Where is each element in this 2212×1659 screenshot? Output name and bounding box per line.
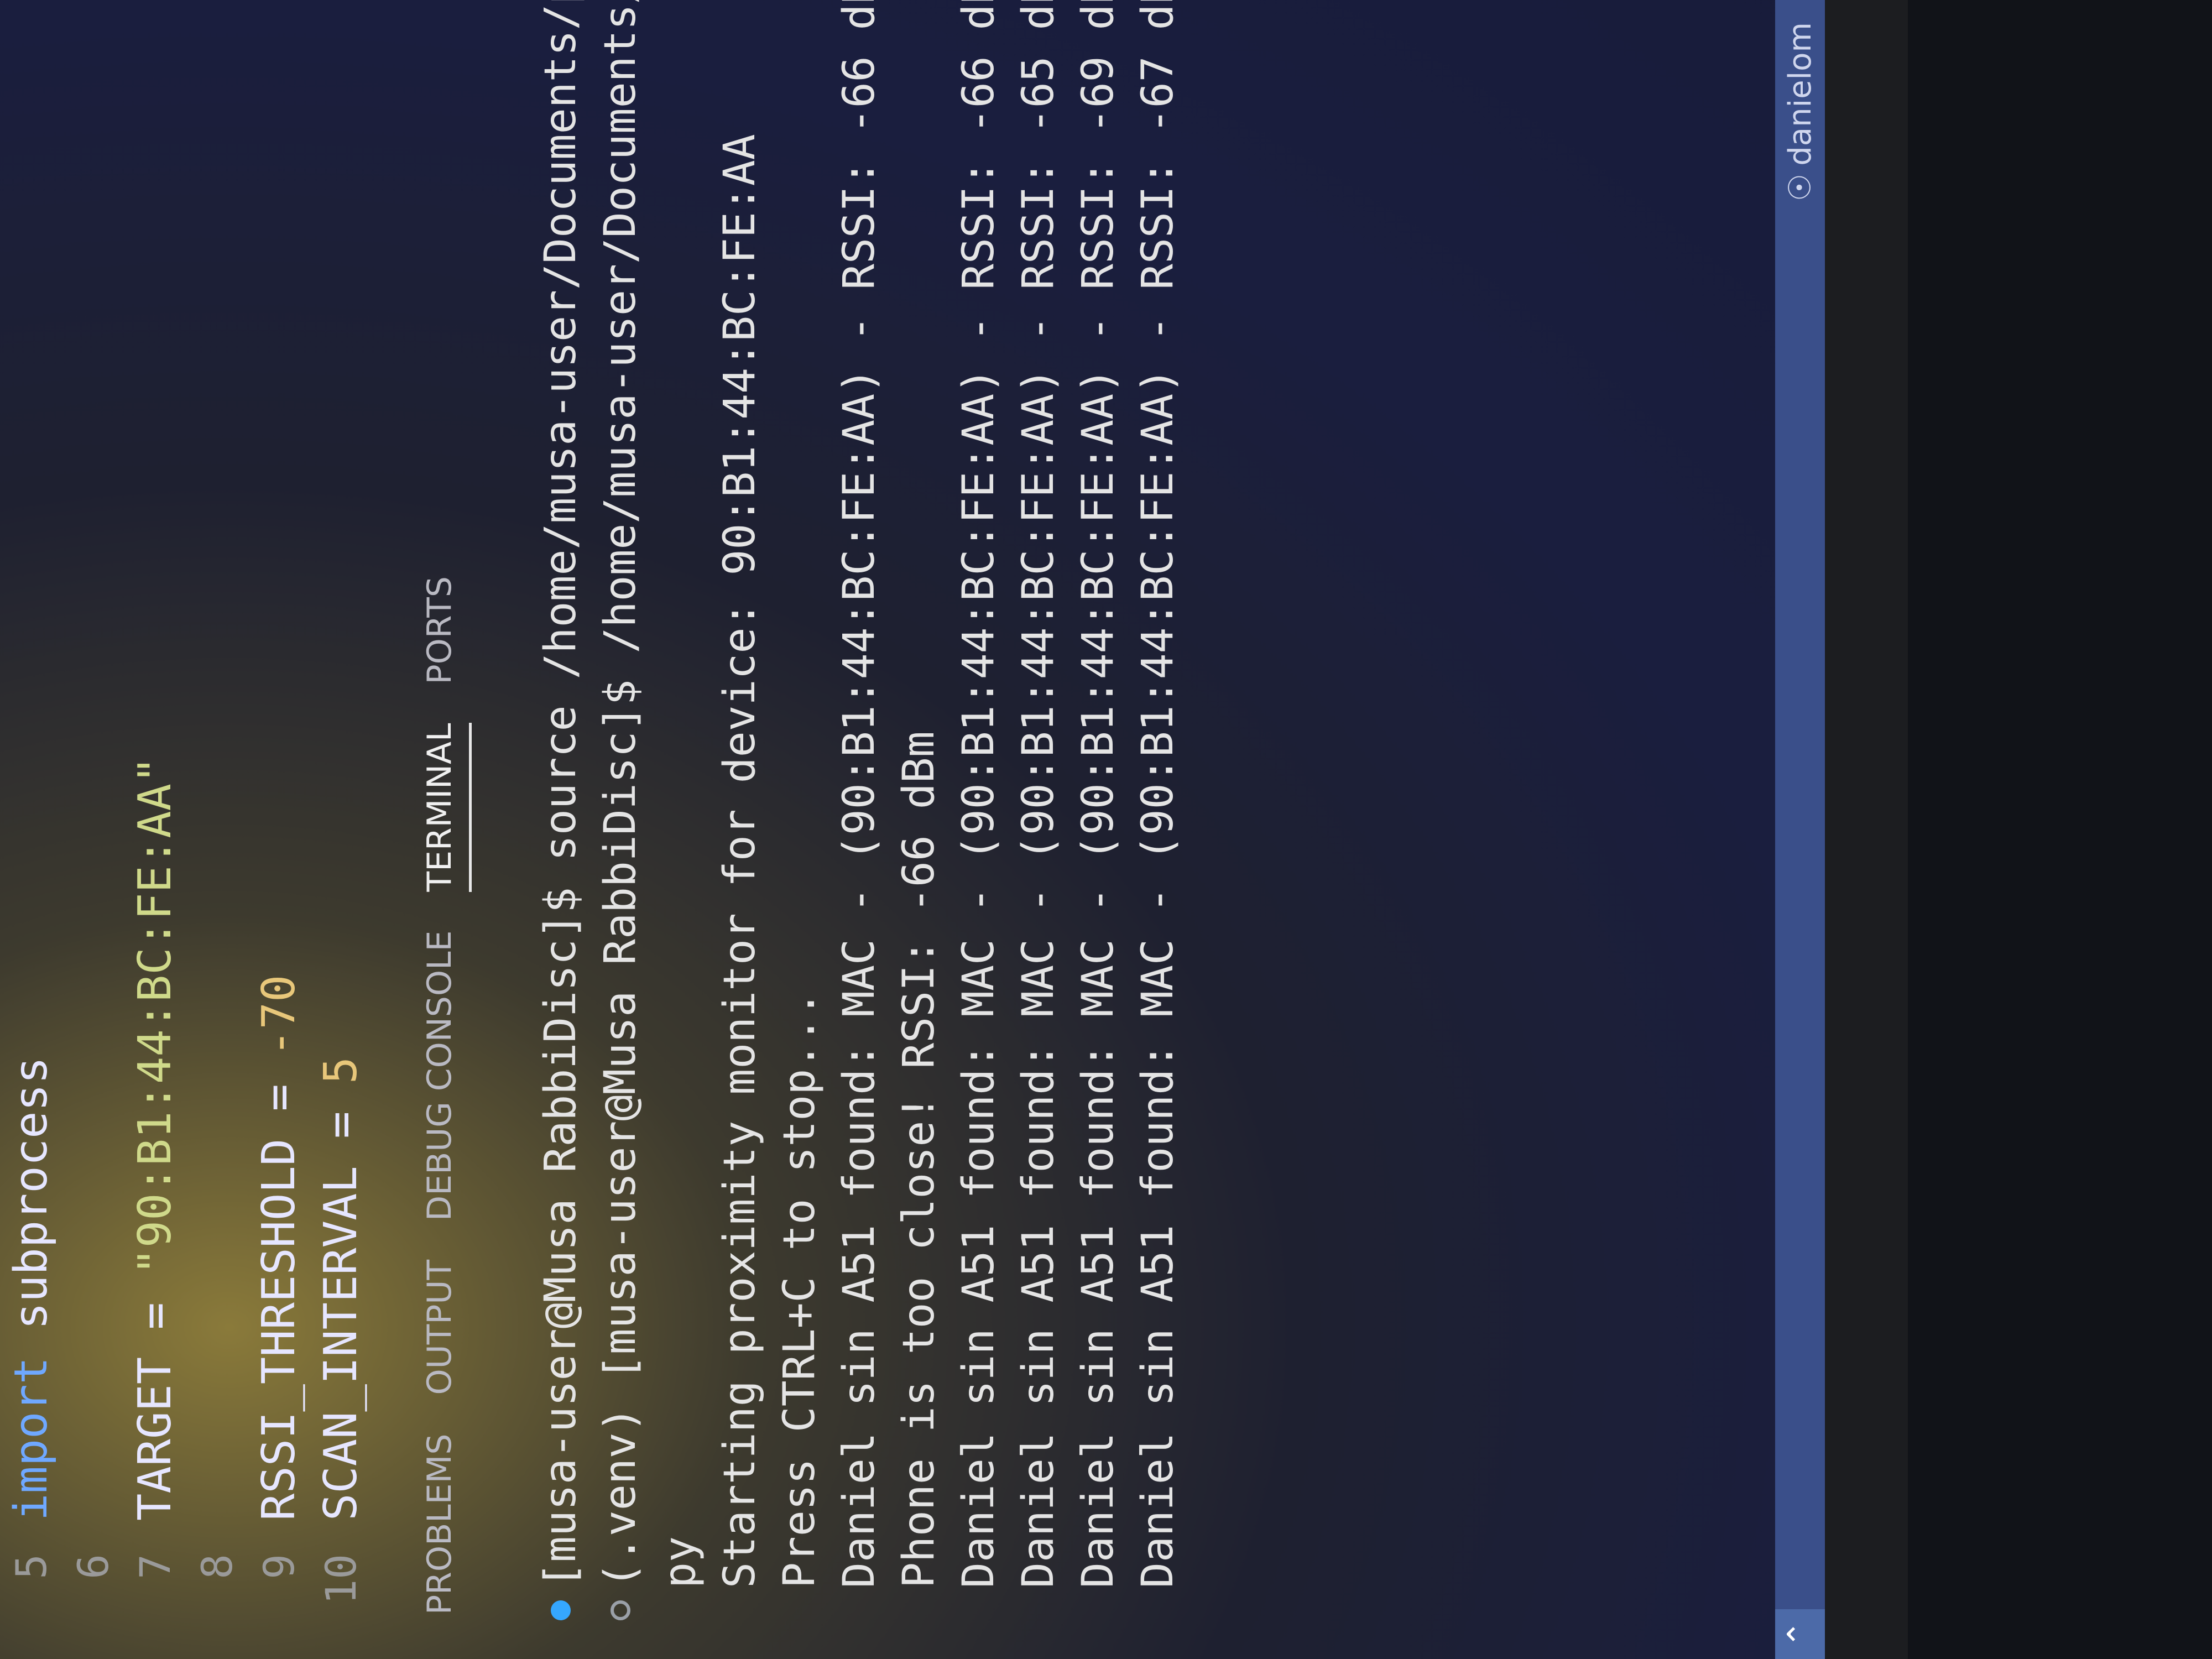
command-running-icon[interactable] xyxy=(611,1600,630,1620)
tab-output[interactable]: OUTPUT xyxy=(420,1260,472,1395)
panel-tab-bar: PROBLEMS OUTPUT DEBUG CONSOLE TERMINAL P… xyxy=(420,576,472,1615)
terminal-text: Daniel sin A51 found: MAC - (90:B1:44:BC… xyxy=(1073,0,1123,1588)
terminal-text: Daniel sin A51 found: MAC - (90:B1:44:BC… xyxy=(834,0,884,1588)
identifier: SCAN_INTERVAL xyxy=(314,1166,367,1521)
operator: = xyxy=(128,1275,181,1357)
number-literal: 5 xyxy=(314,1056,367,1084)
operator: = xyxy=(252,1056,305,1139)
terminal-output[interactable]: [musa-user@Musa RabbiDisc]$ source /home… xyxy=(531,0,1188,1620)
tab-terminal[interactable]: TERMINAL xyxy=(420,723,472,892)
tab-ports[interactable]: PORTS xyxy=(420,576,472,684)
line-number: 9 xyxy=(254,1554,304,1579)
identifier: RSSI_THRESHOLD xyxy=(252,1138,305,1521)
number-literal: -70 xyxy=(252,974,305,1057)
chevron-up-icon: ⌃ xyxy=(1781,1620,1819,1648)
tab-problems[interactable]: PROBLEMS xyxy=(420,1434,472,1615)
tab-debug-console[interactable]: DEBUG CONSOLE xyxy=(420,931,472,1221)
terminal-text: (.venv) [musa-user@Musa RabbiDisc]$ /hom… xyxy=(596,0,645,1588)
terminal-text: Daniel sin A51 found: MAC - (90:B1:44:BC… xyxy=(1014,0,1063,1588)
terminal-text: Press CTRL+C to stop... xyxy=(775,990,825,1588)
identifier: TARGET xyxy=(128,1357,181,1521)
terminal-text: [musa-user@Musa RabbiDisc]$ source /home… xyxy=(536,0,586,1588)
terminal-line: Starting proximity monitor for device: 9… xyxy=(710,6,770,1620)
vscode-window: 5 import subprocess 6 7 TARGET = "90:B1:… xyxy=(0,0,1908,1659)
status-account[interactable]: ☉ danielom xyxy=(1782,22,1818,201)
string-literal: "90:B1:44:BC:FE:AA" xyxy=(128,756,181,1275)
command-success-icon[interactable] xyxy=(551,1600,571,1620)
terminal-line: py xyxy=(650,6,710,1620)
line-number: 6 xyxy=(68,1554,118,1579)
terminal-text: Starting proximity monitor for device: 9… xyxy=(715,134,765,1588)
terminal-line: Daniel sin A51 found: MAC - (90:B1:44:BC… xyxy=(830,0,889,1620)
code-editor[interactable]: 5 import subprocess 6 7 TARGET = "90:B1:… xyxy=(0,0,398,1659)
line-number: 7 xyxy=(130,1554,180,1579)
terminal-line: Daniel sin A51 found: MAC - (90:B1:44:BC… xyxy=(1009,0,1068,1620)
source-control-icon: ☉ xyxy=(1782,173,1818,201)
account-name: danielom xyxy=(1782,22,1818,166)
line-number: 10 xyxy=(316,1554,366,1605)
code-line: 8 xyxy=(186,0,248,1659)
terminal-text: Phone is too close! RSSI: -66 dBm xyxy=(894,731,944,1588)
remote-button[interactable]: ⌃ xyxy=(1775,1609,1825,1659)
laptop-bezel xyxy=(1825,0,1908,1659)
terminal-line: Daniel sin A51 found: MAC - (90:B1:44:BC… xyxy=(1128,0,1188,1620)
code-line: 5 import subprocess xyxy=(0,0,62,1659)
terminal-line: Daniel sin A51 found: MAC - (90:B1:44:BC… xyxy=(949,0,1009,1620)
code-line: 6 xyxy=(62,0,124,1659)
line-number: 8 xyxy=(192,1554,242,1579)
line-number: 5 xyxy=(6,1554,56,1579)
terminal-text: Daniel sin A51 found: MAC - (90:B1:44:BC… xyxy=(1133,0,1183,1588)
code-line: 9 RSSI_THRESHOLD = -70 xyxy=(248,0,310,1659)
status-bar: ⌃ ☉ danielom xyxy=(1775,0,1825,1659)
terminal-text: py xyxy=(655,1536,705,1588)
keyword: import xyxy=(4,1357,58,1521)
code-line: 7 TARGET = "90:B1:44:BC:FE:AA" xyxy=(124,0,186,1659)
terminal-line: Press CTRL+C to stop... xyxy=(770,6,830,1620)
terminal-line: Phone is too close! RSSI: -66 dBm xyxy=(889,6,949,1620)
operator: = xyxy=(314,1084,367,1166)
terminal-line: (.venv) [musa-user@Musa RabbiDisc]$ /hom… xyxy=(591,0,650,1620)
terminal-text: Daniel sin A51 found: MAC - (90:B1:44:BC… xyxy=(954,0,1004,1588)
terminal-line: Daniel sin A51 found: MAC - (90:B1:44:BC… xyxy=(1068,0,1128,1620)
code-text: subprocess xyxy=(4,1056,58,1357)
code-line: 10 SCAN_INTERVAL = 5 xyxy=(310,0,372,1659)
terminal-line: [musa-user@Musa RabbiDisc]$ source /home… xyxy=(531,0,591,1620)
